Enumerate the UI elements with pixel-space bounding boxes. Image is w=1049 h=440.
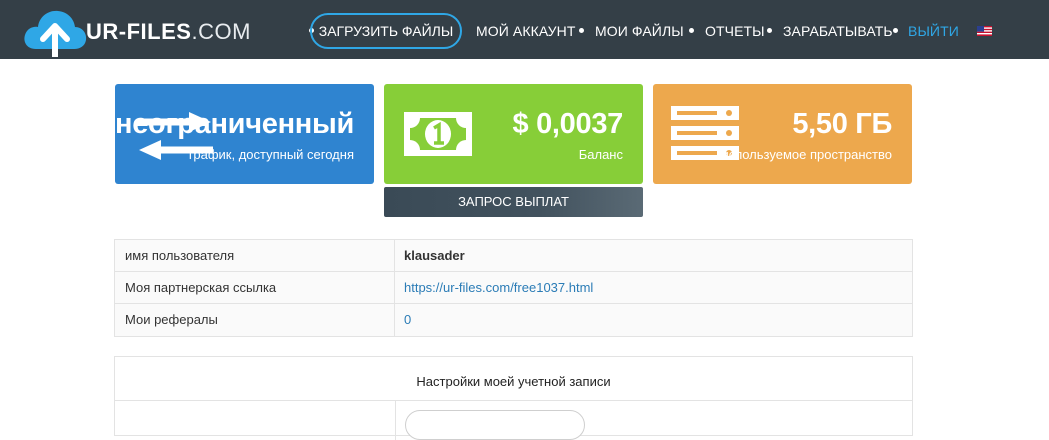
upload-files-button[interactable]: ЗАГРУЗИТЬ ФАЙЛЫ: [310, 13, 462, 49]
username-value: klausader: [404, 248, 465, 263]
top-navbar: UR-FILES.COM ЗАГРУЗИТЬ ФАЙЛЫ МОЙ АККАУНТ…: [0, 0, 1049, 60]
nav-dot-icon: [579, 28, 584, 33]
referrals-count[interactable]: 0: [395, 304, 912, 336]
nav-my-account[interactable]: МОЙ АККАУНТ: [476, 23, 576, 39]
nav-dot-icon: [767, 28, 772, 33]
table-row: Моя партнерская ссылка https://ur-files.…: [115, 272, 912, 304]
nav-my-files[interactable]: МОИ ФАЙЛЫ: [595, 23, 684, 39]
settings-divider: [115, 400, 912, 401]
table-row: Мои рефералы 0: [115, 304, 912, 336]
nav-dot-icon: [893, 28, 898, 33]
username-label: имя пользователя: [115, 240, 395, 271]
affiliate-link[interactable]: https://ur-files.com/free1037.html: [395, 272, 912, 303]
table-row: имя пользователя klausader: [115, 240, 912, 272]
storage-card: 5,50 ГБ используемое пространство: [653, 84, 912, 184]
nav-earn[interactable]: ЗАРАБАТЫВАТЬ: [783, 23, 893, 39]
nav-dot-icon: [689, 28, 694, 33]
settings-title: Настройки моей учетной записи: [416, 374, 611, 389]
settings-input[interactable]: [405, 410, 585, 440]
nav-logout[interactable]: ВЫЙТИ: [908, 23, 959, 39]
traffic-card: неограниченный трафик, доступный сегодня: [115, 84, 374, 184]
request-payout-button[interactable]: ЗАПРОС ВЫПЛАТ: [384, 187, 643, 217]
nav-reports[interactable]: ОТЧЕТЫ: [705, 23, 765, 39]
balance-value: $ 0,0037: [512, 108, 624, 140]
storage-value: 5,50 ГБ: [792, 108, 892, 140]
settings-column-divider: [395, 400, 396, 440]
affiliate-link-label: Моя партнерская ссылка: [115, 272, 395, 303]
storage-label: используемое пространство: [721, 147, 892, 162]
traffic-label: трафик, доступный сегодня: [187, 147, 354, 162]
us-flag-icon[interactable]: [977, 26, 992, 36]
banknote-icon: [404, 112, 472, 156]
account-info-table: имя пользователя klausader Моя партнерск…: [114, 239, 913, 337]
balance-card: $ 0,0037 Баланс: [384, 84, 643, 184]
account-settings-panel: Настройки моей учетной записи: [114, 356, 913, 440]
referrals-label: Мои рефералы: [115, 304, 395, 336]
traffic-value: неограниченный: [115, 108, 354, 140]
balance-label: Баланс: [578, 147, 623, 162]
main-nav: ЗАГРУЗИТЬ ФАЙЛЫ МОЙ АККАУНТ МОИ ФАЙЛЫ ОТ…: [0, 0, 1049, 59]
